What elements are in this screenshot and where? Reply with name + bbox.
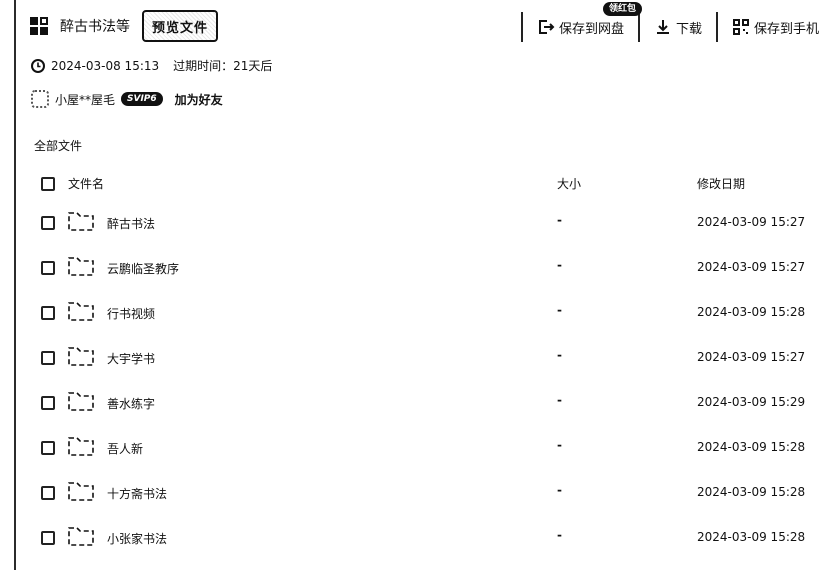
file-size: - <box>557 393 562 407</box>
folder-icon <box>68 392 94 411</box>
share-title: 醉古书法等 <box>60 19 130 35</box>
action-bar: 保存到网盘 下载 保存到手机 <box>515 10 827 44</box>
clock-icon <box>31 58 45 73</box>
file-modified: 2024-03-09 15:28 <box>697 305 806 319</box>
download-button[interactable]: 下载 <box>646 12 710 42</box>
file-modified: 2024-03-09 15:29 <box>697 395 806 409</box>
table-row[interactable]: 行书视频 - 2024-03-09 15:28 <box>0 297 827 342</box>
grid-logo-icon <box>30 17 48 35</box>
file-modified: 2024-03-09 15:27 <box>697 260 806 274</box>
download-label: 下载 <box>675 21 702 37</box>
folder-icon <box>68 437 94 456</box>
preview-stamp-button[interactable]: 预览文件 <box>142 10 218 42</box>
folder-icon <box>68 482 94 501</box>
vip-badge: SVIP6 <box>121 92 163 106</box>
column-header-modified[interactable]: 修改日期 <box>697 175 745 192</box>
table-row[interactable]: 善水练字 - 2024-03-09 15:29 <box>0 387 827 432</box>
save-to-disk-icon <box>538 20 555 34</box>
file-name[interactable]: 善水练字 <box>107 395 155 412</box>
avatar <box>31 90 49 108</box>
row-checkbox[interactable] <box>41 396 55 410</box>
folder-icon <box>68 347 94 366</box>
select-all-checkbox[interactable] <box>41 177 55 191</box>
file-modified: 2024-03-09 15:27 <box>697 350 806 364</box>
folder-icon <box>68 212 94 231</box>
file-size: - <box>557 528 562 542</box>
file-name[interactable]: 小张家书法 <box>107 530 167 547</box>
file-size: - <box>557 438 562 452</box>
file-name[interactable]: 十方斋书法 <box>107 485 167 502</box>
share-meta: 2024-03-08 15:13 过期时间： 21天后 <box>31 57 272 74</box>
table-row[interactable]: 小张家书法 - 2024-03-09 15:28 <box>0 522 827 567</box>
row-checkbox[interactable] <box>41 486 55 500</box>
folder-icon <box>68 257 94 276</box>
folder-icon <box>68 302 94 321</box>
sharer-info: 小屋**屋毛 SVIP6 加为好友 <box>31 90 223 108</box>
table-row[interactable]: 云鹏临圣教序 - 2024-03-09 15:27 <box>0 252 827 297</box>
download-icon <box>656 20 669 34</box>
sharer-name: 小屋**屋毛 <box>55 92 116 107</box>
add-friend-link[interactable]: 加为好友 <box>175 91 223 108</box>
qr-code-icon <box>732 19 749 35</box>
file-modified: 2024-03-09 15:27 <box>697 215 806 229</box>
file-modified: 2024-03-09 15:28 <box>697 485 806 499</box>
divider <box>637 12 640 42</box>
save-to-disk-label: 保存到网盘 <box>558 21 624 37</box>
row-checkbox[interactable] <box>41 351 55 365</box>
file-modified: 2024-03-09 15:28 <box>697 530 806 544</box>
file-size: - <box>557 258 562 272</box>
file-name[interactable]: 大宇学书 <box>107 350 155 367</box>
file-modified: 2024-03-09 15:28 <box>697 440 806 454</box>
table-row[interactable]: 十方斋书法 - 2024-03-09 15:28 <box>0 477 827 522</box>
file-name[interactable]: 云鹏临圣教序 <box>107 260 179 277</box>
save-to-phone-button[interactable]: 保存到手机 <box>724 12 827 42</box>
save-to-disk-button[interactable]: 保存到网盘 <box>529 12 632 42</box>
row-checkbox[interactable] <box>41 261 55 275</box>
folder-icon <box>68 527 94 546</box>
file-size: - <box>557 348 562 362</box>
file-size: - <box>557 483 562 497</box>
table-row[interactable]: 吾人新 - 2024-03-09 15:28 <box>0 432 827 477</box>
row-checkbox[interactable] <box>41 441 55 455</box>
table-row[interactable]: 大宇学书 - 2024-03-09 15:27 <box>0 342 827 387</box>
row-checkbox[interactable] <box>41 306 55 320</box>
file-size: - <box>557 303 562 317</box>
file-name[interactable]: 醉古书法 <box>107 215 155 232</box>
file-name[interactable]: 吾人新 <box>107 440 143 457</box>
file-name[interactable]: 行书视频 <box>107 305 155 322</box>
column-header-name[interactable]: 文件名 <box>68 175 104 192</box>
table-row[interactable]: 醉古书法 - 2024-03-09 15:27 <box>0 207 827 252</box>
created-time: 2024-03-08 15:13 <box>51 58 160 73</box>
expire-value: 21天后 <box>233 59 273 73</box>
row-checkbox[interactable] <box>41 216 55 230</box>
column-header-size[interactable]: 大小 <box>557 175 581 192</box>
file-size: - <box>557 213 562 227</box>
breadcrumb[interactable]: 全部文件 <box>34 137 82 154</box>
divider <box>715 12 718 42</box>
save-to-phone-label: 保存到手机 <box>753 21 819 37</box>
expire-label: 过期时间： <box>173 59 234 73</box>
red-packet-badge: 领红包 <box>603 2 643 16</box>
share-header: 醉古书法等 预览文件 <box>30 10 218 42</box>
row-checkbox[interactable] <box>41 531 55 545</box>
divider <box>520 12 523 42</box>
